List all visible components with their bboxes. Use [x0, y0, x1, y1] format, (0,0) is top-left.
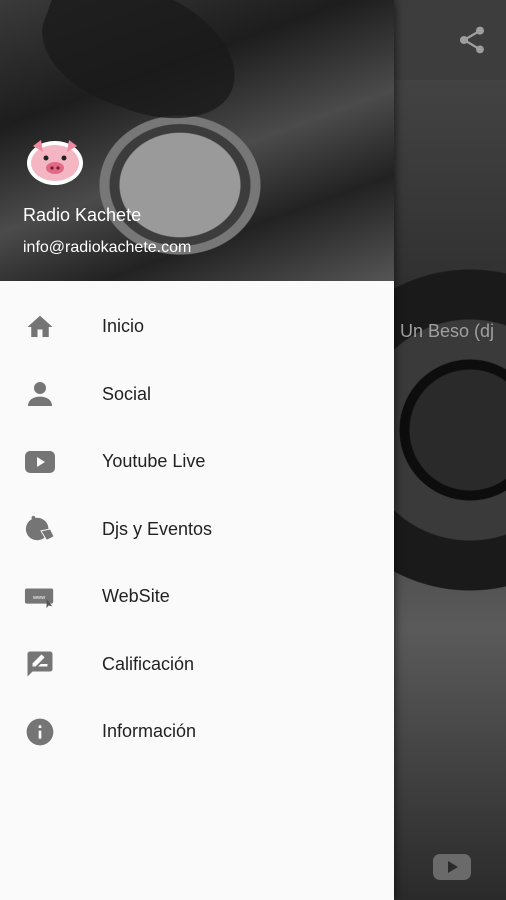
home-icon [24, 311, 56, 343]
drawer-header: Radio Kachete info@radiokachete.com [0, 0, 394, 281]
app-toolbar [394, 0, 506, 80]
menu-item-label: Social [102, 383, 152, 404]
menu-item-label: Inicio [102, 316, 145, 337]
menu-item-label: WebSite [102, 586, 170, 607]
share-icon[interactable] [456, 24, 488, 56]
menu-item-social[interactable]: Social [0, 361, 394, 429]
svg-text:www: www [32, 595, 46, 601]
pig-logo [27, 140, 83, 185]
menu-item-label: Calificación [102, 653, 195, 674]
menu-item-label: Información [102, 721, 197, 742]
menu-item-djs-eventos[interactable]: Djs y Eventos [0, 496, 394, 564]
station-name: Radio Kachete [23, 205, 142, 225]
website-icon: www [24, 581, 56, 613]
menu-item-label: Djs y Eventos [102, 518, 213, 539]
youtube-icon[interactable] [432, 852, 472, 882]
info-icon [24, 716, 56, 748]
youtube-icon [24, 446, 56, 478]
drawer-menu: Inicio Social Youtube Live Djs y Eventos [0, 293, 394, 766]
person-icon [24, 378, 56, 410]
djs-events-icon [24, 513, 56, 545]
header-background-image [25, 0, 255, 141]
station-email: info@radiokachete.com [23, 239, 192, 256]
menu-item-inicio[interactable]: Inicio [0, 293, 394, 361]
menu-item-informacion[interactable]: Información [0, 698, 394, 766]
rate-review-icon [24, 648, 56, 680]
now-playing-text: Un Beso (dj [400, 321, 495, 341]
menu-item-calificacion[interactable]: Calificación [0, 631, 394, 699]
menu-item-label: Youtube Live [102, 451, 206, 472]
navigation-drawer: Radio Kachete info@radiokachete.com Inic… [0, 0, 394, 900]
menu-item-youtube-live[interactable]: Youtube Live [0, 428, 394, 496]
menu-item-website[interactable]: www WebSite [0, 563, 394, 631]
